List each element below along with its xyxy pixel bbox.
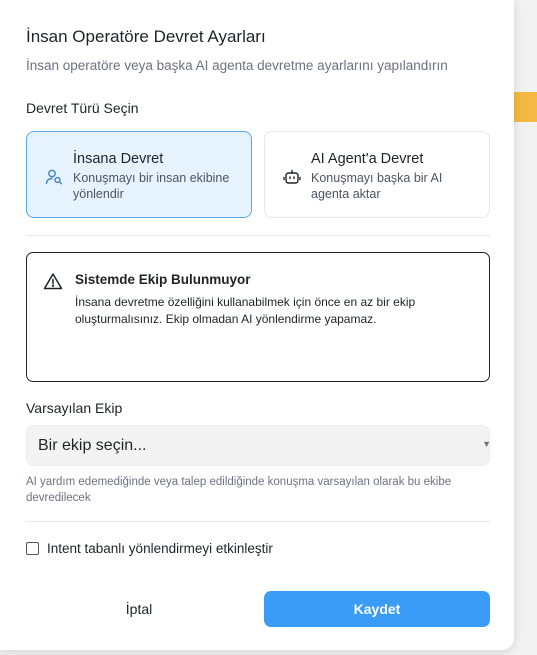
default-team-select[interactable]: Bir ekip seçin... ▼ [26,425,491,466]
chevron-down-icon: ▼ [482,439,491,449]
save-button[interactable]: Kaydet [264,591,490,627]
alert-body: İnsana devretme özelliğini kullanabilmek… [75,295,416,326]
handoff-settings-dialog: İnsan Operatöre Devret Ayarları İnsan op… [0,0,514,650]
background-accent-strip [510,92,537,122]
default-team-label: Varsayılan Ekip [26,400,123,416]
default-team-select-value: Bir ekip seçin... [38,437,147,454]
user-search-icon [45,168,63,186]
default-team-helper: AI yardım edemediğinde veya talep edildi… [26,476,452,504]
no-team-alert: Sistemde Ekip Bulunmuyor İnsana devretme… [26,252,490,382]
option-ai-title: AI Agent'a Devret [311,151,424,167]
handoff-type-label: Devret Türü Seçin [26,100,139,116]
option-ai-agent-handoff[interactable]: AI Agent'a Devret Konuşmayı başka bir AI… [264,131,490,218]
dialog-subtitle: İnsan operatöre veya başka AI agenta dev… [26,58,448,73]
cancel-button[interactable]: İptal [26,591,252,627]
option-ai-description: Konuşmayı başka bir AI agenta aktar [311,171,443,201]
option-human-handoff[interactable]: İnsana Devret Konuşmayı bir insan ekibin… [26,131,252,218]
alert-title: Sistemde Ekip Bulunmuyor [75,272,251,287]
section-divider [26,235,490,236]
intent-routing-checkbox[interactable] [26,542,39,555]
warning-icon [43,272,63,290]
dialog-title: İnsan Operatöre Devret Ayarları [26,27,266,46]
intent-routing-label[interactable]: Intent tabanlı yönlendirmeyi etkinleştir [47,541,273,556]
option-human-description: Konuşmayı bir insan ekibine yönlendir [73,171,230,201]
bot-icon [283,168,301,186]
section-divider [26,521,490,522]
option-human-title: İnsana Devret [73,151,164,167]
